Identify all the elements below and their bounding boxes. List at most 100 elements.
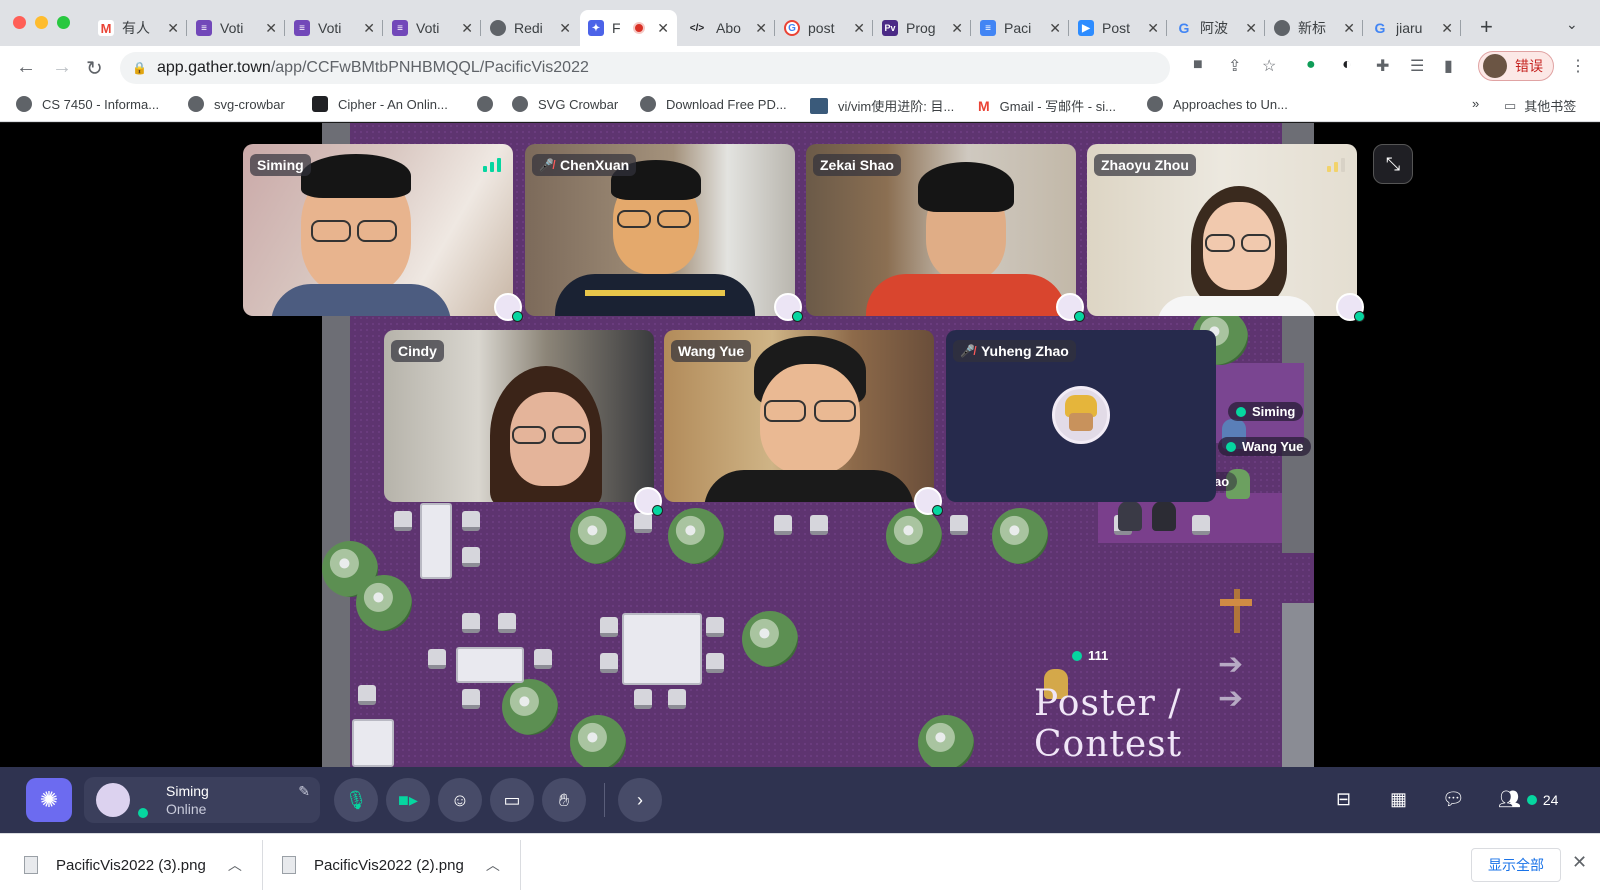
emote-button[interactable]: ☺ [438, 778, 482, 822]
video-tile-siming[interactable]: Siming [243, 144, 513, 316]
tab-close-icon[interactable]: ✕ [951, 20, 963, 37]
download-item[interactable]: PacificVis2022 (3).png ︿ [24, 834, 242, 896]
chevron-up-icon[interactable]: ︿ [228, 855, 242, 875]
bookmark-item[interactable]: Cipher - An Onlin... [312, 96, 448, 112]
browser-tab[interactable]: ≡ Voti ✕ [188, 10, 285, 46]
tab-search-icon[interactable]: ⌄ [1566, 16, 1578, 33]
download-item[interactable]: PacificVis2022 (2).png ︿ [282, 834, 500, 896]
microphone-button[interactable]: 🎙︎ [334, 778, 378, 822]
browser-tab[interactable]: Pv Prog ✕ [874, 10, 971, 46]
tab-close-icon[interactable]: ✕ [265, 20, 277, 37]
calendar-button[interactable]: ▦ [1390, 789, 1407, 810]
user-status-chip[interactable]: Siming Online ✎ [84, 777, 320, 823]
window-maximize-button[interactable] [57, 16, 70, 29]
chat-button[interactable]: 💬︎ [1442, 789, 1465, 810]
window-minimize-button[interactable] [35, 16, 48, 29]
browser-tab[interactable]: ≡ Voti ✕ [286, 10, 383, 46]
gather-menu-button[interactable]: ✺ [26, 778, 72, 822]
profile-button[interactable]: 错误 [1478, 51, 1554, 81]
bookmark-star-icon[interactable]: ☆ [1262, 56, 1276, 76]
share-icon[interactable]: ⇪ [1228, 56, 1241, 76]
tab-close-icon[interactable]: ✕ [657, 20, 669, 37]
browser-tab[interactable]: Redi ✕ [482, 10, 579, 46]
tab-close-icon[interactable]: ✕ [1245, 20, 1257, 37]
bookmark-item[interactable]: M Gmail - 写邮件 - si... [978, 96, 1116, 115]
participant-hair [301, 154, 411, 198]
globe-icon [16, 96, 32, 112]
other-bookmarks[interactable]: ▭ 其他书签 [1504, 96, 1576, 115]
bookmark-item[interactable]: SVG Crowbar [512, 96, 618, 112]
downloads-bar: PacificVis2022 (3).png ︿ PacificVis2022 … [0, 833, 1600, 896]
bookmark-item[interactable]: Approaches to Un... [1147, 96, 1288, 112]
browser-tab[interactable]: G jiaru ✕ [1364, 10, 1461, 46]
reading-list-icon[interactable]: ☰ [1410, 56, 1424, 76]
chrome-icon [1274, 20, 1290, 36]
close-icon[interactable]: ✕ [1572, 852, 1587, 873]
browser-tab-active[interactable]: ✦ F ✕ [580, 10, 677, 46]
browser-tab[interactable]: M 有人 ✕ [90, 10, 187, 46]
tab-close-icon[interactable]: ✕ [1343, 20, 1355, 37]
camera-icon[interactable]: ■ [1193, 56, 1203, 74]
tab-close-icon[interactable]: ✕ [363, 20, 375, 37]
extensions-puzzle-icon[interactable]: ✚ [1376, 56, 1389, 76]
tab-close-icon[interactable]: ✕ [461, 20, 473, 37]
screen-share-button[interactable]: ▭ [490, 778, 534, 822]
tab-close-icon[interactable]: ✕ [1147, 20, 1159, 37]
bookmark-item[interactable]: CS 7450 - Informa... [16, 96, 159, 112]
docs-icon: ≡ [980, 20, 996, 36]
map-chair [462, 511, 480, 531]
back-icon[interactable]: ← [16, 56, 36, 79]
tab-close-icon[interactable]: ✕ [1441, 20, 1453, 37]
bookmark-item[interactable]: svg-crowbar [188, 96, 285, 112]
glasses [512, 426, 546, 444]
browser-tab[interactable]: ▶ Post ✕ [1070, 10, 1167, 46]
reload-icon[interactable]: ↻ [86, 56, 103, 81]
tile-name-label: 🎤̸ Yuheng Zhao [953, 340, 1076, 362]
expand-actions-button[interactable]: › [618, 778, 662, 822]
avatar[interactable] [1118, 501, 1142, 531]
tab-close-icon[interactable]: ✕ [853, 20, 865, 37]
show-all-downloads-button[interactable]: 显示全部 [1471, 848, 1561, 882]
bookmark-item[interactable]: Download Free PD... [640, 96, 787, 112]
build-tool-button[interactable]: ⊟ [1336, 789, 1351, 810]
address-bar[interactable]: 🔒 app.gather.town /app/CCFwBMtbPNHBMQQL/… [120, 52, 1170, 84]
tab-close-icon[interactable]: ✕ [1049, 20, 1061, 37]
tab-close-icon[interactable]: ✕ [755, 20, 767, 37]
tab-title: 阿波 [1200, 20, 1228, 36]
video-tile-yuheng-zhao[interactable]: 🎤̸ Yuheng Zhao [946, 330, 1216, 502]
tab-close-icon[interactable]: ✕ [167, 20, 179, 37]
chevron-up-icon[interactable]: ︿ [486, 855, 500, 875]
camera-button[interactable]: ■▸ [386, 778, 430, 822]
window-close-button[interactable] [13, 16, 26, 29]
avatar[interactable] [1152, 501, 1176, 531]
tab-close-icon[interactable]: ✕ [559, 20, 571, 37]
video-tile-wang-yue[interactable]: Wang Yue [664, 330, 934, 502]
bookmark-item[interactable]: vi/vim使用进阶: 目... [810, 96, 954, 115]
more-menu-icon[interactable]: ⋮ [1570, 56, 1586, 76]
browser-tab[interactable]: G 阿波 ✕ [1168, 10, 1265, 46]
grammarly-icon[interactable]: ● [1306, 56, 1316, 74]
edit-pencil-icon[interactable]: ✎ [298, 783, 310, 800]
browser-tab[interactable]: G post ✕ [776, 10, 873, 46]
bookmarks-overflow-button[interactable]: » [1472, 96, 1479, 111]
browser-tab[interactable]: ≡ Voti ✕ [384, 10, 481, 46]
extension-icon[interactable]: ◐ [1342, 56, 1352, 74]
video-tile-zhaoyu-zhou[interactable]: Zhaoyu Zhou [1087, 144, 1357, 316]
browser-tab[interactable]: 新标 ✕ [1266, 10, 1363, 46]
video-tile-chenxuan[interactable]: 🎤̸ ChenXuan [525, 144, 795, 316]
side-panel-icon[interactable]: ▮ [1444, 56, 1453, 76]
forward-icon[interactable]: → [52, 56, 72, 79]
video-tile-cindy[interactable]: Cindy [384, 330, 654, 502]
minimize-videos-button[interactable]: ⤡ [1373, 144, 1413, 184]
video-tile-zekai-shao[interactable]: Zekai Shao [806, 144, 1076, 316]
bookmark-item[interactable] [477, 96, 503, 112]
new-tab-icon[interactable]: + [1480, 14, 1493, 40]
user-name: Siming [166, 783, 209, 799]
browser-tab[interactable]: ≡ Paci ✕ [972, 10, 1069, 46]
participants-button[interactable]: 👥︎ 24 [1498, 789, 1558, 810]
signpost-icon: ⊟ [1336, 789, 1352, 809]
avatar [96, 783, 130, 817]
browser-tab[interactable]: </> Abo ✕ [678, 10, 775, 46]
tile-name-label: 🎤̸ ChenXuan [532, 154, 637, 176]
raise-hand-button[interactable]: ✋︎ [542, 778, 586, 822]
